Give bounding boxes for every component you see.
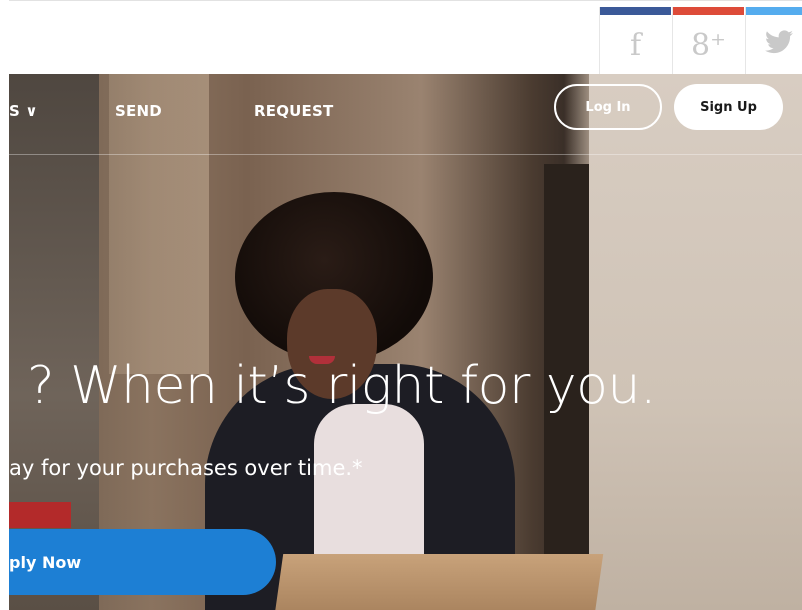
signup-button[interactable]: Sign Up: [674, 84, 783, 130]
hero-banner: S ∨ SEND REQUEST Log In Sign Up ? When i…: [9, 74, 802, 610]
facebook-icon: f: [629, 27, 642, 63]
hero-red-box: [9, 502, 71, 528]
google-plus-accent-bar: [673, 7, 744, 15]
facebook-accent-bar: [600, 7, 671, 15]
top-bar: f 8⁺: [9, 0, 802, 75]
facebook-share-button[interactable]: f: [599, 7, 671, 75]
nav-item-request[interactable]: REQUEST: [254, 102, 333, 120]
nav-divider: [9, 154, 802, 155]
twitter-share-button[interactable]: [745, 7, 802, 75]
hero-cardboard-box: [274, 554, 604, 610]
twitter-icon: [764, 29, 793, 61]
hero-headline: ? When it’s right for you.: [27, 356, 656, 416]
apply-now-button[interactable]: ply Now: [9, 529, 276, 595]
login-button[interactable]: Log In: [554, 84, 662, 130]
twitter-accent-bar: [746, 7, 802, 15]
nav-item-dropdown[interactable]: S ∨: [9, 102, 38, 120]
google-plus-icon: 8⁺: [691, 27, 726, 63]
hero-subheadline: ay for your purchases over time.*: [9, 456, 363, 480]
nav-item-send[interactable]: SEND: [115, 102, 162, 120]
google-plus-share-button[interactable]: 8⁺: [672, 7, 744, 75]
